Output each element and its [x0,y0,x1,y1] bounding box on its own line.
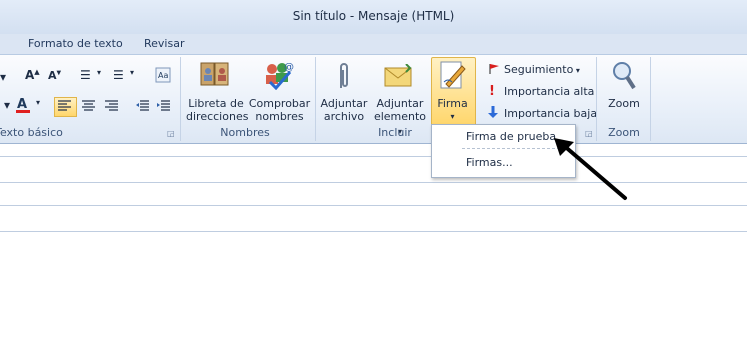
comprobar-label-1: Comprobar [248,97,311,110]
message-body[interactable] [0,232,747,349]
flag-icon [488,63,500,78]
paperclip-icon [336,60,352,95]
font-color-dropdown-icon[interactable]: ▾ [36,98,40,107]
signature-pen-icon [438,60,468,95]
group-separator [315,57,316,141]
align-right-icon[interactable] [104,99,119,116]
header-divider [0,205,747,206]
chevron-down-icon: ▾ [573,66,580,75]
seguimiento-label: Seguimiento [504,63,574,76]
styles-icon[interactable]: Aa [155,67,171,86]
adjuntar-elemento-label-1: Adjuntar [376,97,424,110]
address-book-icon [199,60,231,93]
bullets-dropdown-icon[interactable]: ▾ [97,68,101,77]
group-separator [180,57,181,141]
header-divider [0,156,747,157]
adjuntar-archivo-label-1: Adjuntar [320,97,368,110]
zoom-button[interactable]: Zoom [602,97,646,110]
align-left-icon [57,99,72,116]
group-label-nombres: Nombres [220,126,270,139]
group-label-texto-basico: Texto básico [0,126,63,139]
check-names-icon: @ [262,60,294,93]
importancia-baja-button[interactable]: Importancia baja [504,107,597,120]
bullets-icon[interactable]: ☰ [80,68,91,82]
grow-font-icon[interactable]: A▲ [25,68,40,82]
envelope-icon [384,63,414,91]
font-color-icon[interactable]: A [15,96,33,117]
align-center-icon[interactable] [81,99,96,116]
svg-text:A: A [17,97,27,112]
header-divider [0,182,747,183]
zoom-magnifier-icon [611,60,637,95]
group-label-incluir: Incluir [378,126,412,139]
comprobar-nombres-button[interactable]: Comprobar nombres [248,97,311,123]
increase-indent-icon[interactable] [156,99,171,116]
font-size-dropdown[interactable]: ▾ [0,70,6,84]
libreta-label-1: Libreta de [188,97,244,110]
low-importance-icon [487,105,499,122]
group-separator [596,57,597,141]
tab-revisar[interactable]: Revisar [144,37,184,50]
firma-label: Firma [437,97,468,110]
svg-text:Aa: Aa [158,71,168,80]
adjuntar-archivo-label-2: archivo [323,110,365,123]
adjuntar-elemento-label-2: elemento [373,110,427,123]
tab-formato-texto[interactable]: Formato de texto [28,37,123,50]
importancia-alta-button[interactable]: Importancia alta [504,85,594,98]
numbering-icon[interactable]: ☰ [113,68,124,82]
svg-text:@: @ [284,62,294,73]
highlight-dropdown-icon[interactable]: ▾ [4,98,10,112]
adjuntar-archivo-button[interactable]: Adjuntar archivo [318,97,370,123]
comprobar-label-2: nombres [255,110,304,123]
window-title: Sin título - Mensaje (HTML) [292,9,455,23]
decrease-indent-icon[interactable] [135,99,150,116]
menu-item-firmas[interactable]: Firmas... [466,156,513,169]
dialog-launcher-icon[interactable]: ◲ [167,129,175,138]
group-separator [650,57,651,141]
numbering-dropdown-icon[interactable]: ▾ [130,68,134,77]
menu-item-firma-de-prueba[interactable]: Firma de prueba [466,130,556,143]
libreta-direcciones-button[interactable]: Libreta de direcciones [186,97,249,123]
seguimiento-button[interactable]: Seguimiento ▾ [504,63,580,76]
firma-dropdown-icon: ▾ [450,112,455,121]
annotation-arrow-icon [548,134,632,207]
high-importance-icon: ! [489,84,495,99]
shrink-font-icon[interactable]: A▼ [48,69,61,82]
libreta-label-2: direcciones [186,110,249,123]
